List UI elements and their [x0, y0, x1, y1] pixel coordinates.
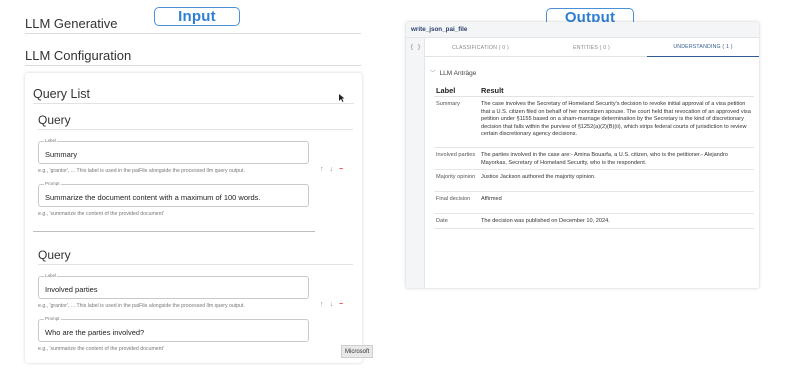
output-panel-header: write_json_pai_file — [406, 22, 759, 38]
label-field-caption: Label — [44, 138, 58, 143]
row-result: The decision was published on December 1… — [481, 218, 610, 224]
prompt-field-caption: Prompt — [44, 181, 61, 186]
query-title: Query — [38, 113, 71, 127]
row-label: Majority opinion — [436, 174, 476, 180]
prompt-hint: e.g., 'summarize the content of the prov… — [38, 346, 164, 352]
tooltip: Microsoft — [341, 345, 374, 358]
row-label: Involved parties — [436, 152, 476, 158]
prompt-field-caption: Prompt — [44, 316, 61, 321]
query-list-divider — [33, 103, 354, 104]
move-down-icon[interactable]: ↓ — [330, 301, 334, 308]
mouse-cursor-icon — [339, 94, 345, 102]
prompt-field[interactable]: Prompt Summarize the document content wi… — [38, 181, 309, 207]
section-llm-generative[interactable]: LLM Generative — [25, 16, 118, 31]
query-divider — [38, 264, 353, 265]
json-icon[interactable]: { } — [410, 44, 421, 51]
move-up-icon[interactable]: ↑ — [320, 166, 324, 173]
table-row: Date The decision was published on Decem… — [434, 214, 754, 229]
prompt-field[interactable]: Prompt Who are the parties involved? — [38, 316, 309, 342]
section-divider — [25, 33, 361, 34]
table-row: Majority opinion Justice Jackson authore… — [434, 170, 754, 192]
llm-antraege-toggle[interactable]: ﹀ LLM Anträge — [430, 69, 477, 78]
row-result: The case involves the Secretary of Homel… — [481, 101, 751, 137]
row-result: Affirmed — [481, 196, 502, 202]
section-divider — [25, 65, 361, 66]
delete-icon[interactable]: − — [339, 166, 343, 173]
output-tabs: CLASSIFICATION ( 0 ) ENTITIES ( 0 ) UNDE… — [425, 38, 759, 57]
query-title: Query — [38, 248, 71, 262]
table-row: Involved parties The parties involved in… — [434, 148, 754, 170]
label-hint: e.g., 'grantor', ... This label is used … — [38, 303, 245, 309]
output-sidebar: { } — [406, 38, 425, 288]
row-result: Justice Jackson authored the majority op… — [481, 174, 596, 180]
label-field[interactable]: Label Involved parties — [38, 273, 309, 299]
move-down-icon[interactable]: ↓ — [330, 166, 334, 173]
query-actions: ↑ ↓ − — [320, 166, 343, 173]
row-label: Summary — [436, 101, 460, 107]
column-header-result: Result — [481, 86, 504, 95]
label-field-value[interactable]: Involved parties — [45, 285, 98, 294]
chevron-down-icon: ﹀ — [430, 71, 436, 77]
table-row: Summary The case involves the Secretary … — [434, 97, 754, 148]
row-result: The parties involved in the case are:- A… — [481, 152, 728, 166]
llm-antraege-label: LLM Anträge — [439, 69, 477, 77]
tab-classification[interactable]: CLASSIFICATION ( 0 ) — [425, 38, 536, 57]
results-table-header: Label Result — [434, 85, 754, 97]
column-header-label: Label — [436, 86, 456, 95]
output-panel-title: write_json_pai_file — [411, 26, 468, 33]
move-up-icon[interactable]: ↑ — [320, 301, 324, 308]
output-panel: write_json_pai_file { } CLASSIFICATION (… — [406, 22, 759, 288]
query-separator — [33, 231, 315, 232]
prompt-field-value[interactable]: Who are the parties involved? — [45, 328, 144, 337]
tab-understanding[interactable]: UNDERSTANDING ( 1 ) — [647, 38, 759, 57]
query-divider — [38, 129, 353, 130]
row-label: Final decision — [436, 196, 471, 202]
query-list-card: Query List Query Label Summary e.g., 'gr… — [25, 73, 362, 363]
input-callout: Input — [154, 7, 240, 26]
prompt-field-value[interactable]: Summarize the document content with a ma… — [45, 193, 261, 202]
section-llm-configuration[interactable]: LLM Configuration — [25, 48, 131, 63]
label-hint: e.g., 'grantor', ... This label is used … — [38, 168, 245, 174]
prompt-hint: e.g., 'summarize the content of the prov… — [38, 211, 164, 217]
label-field[interactable]: Label Summary — [38, 138, 309, 164]
label-field-value[interactable]: Summary — [45, 150, 77, 159]
table-row: Final decision Affirmed — [434, 192, 754, 214]
delete-icon[interactable]: − — [339, 301, 343, 308]
row-label: Date — [436, 218, 448, 224]
query-actions: ↑ ↓ − — [320, 301, 343, 308]
tab-entities[interactable]: ENTITIES ( 0 ) — [536, 38, 647, 57]
label-field-caption: Label — [44, 273, 58, 278]
query-list-title: Query List — [33, 87, 90, 101]
